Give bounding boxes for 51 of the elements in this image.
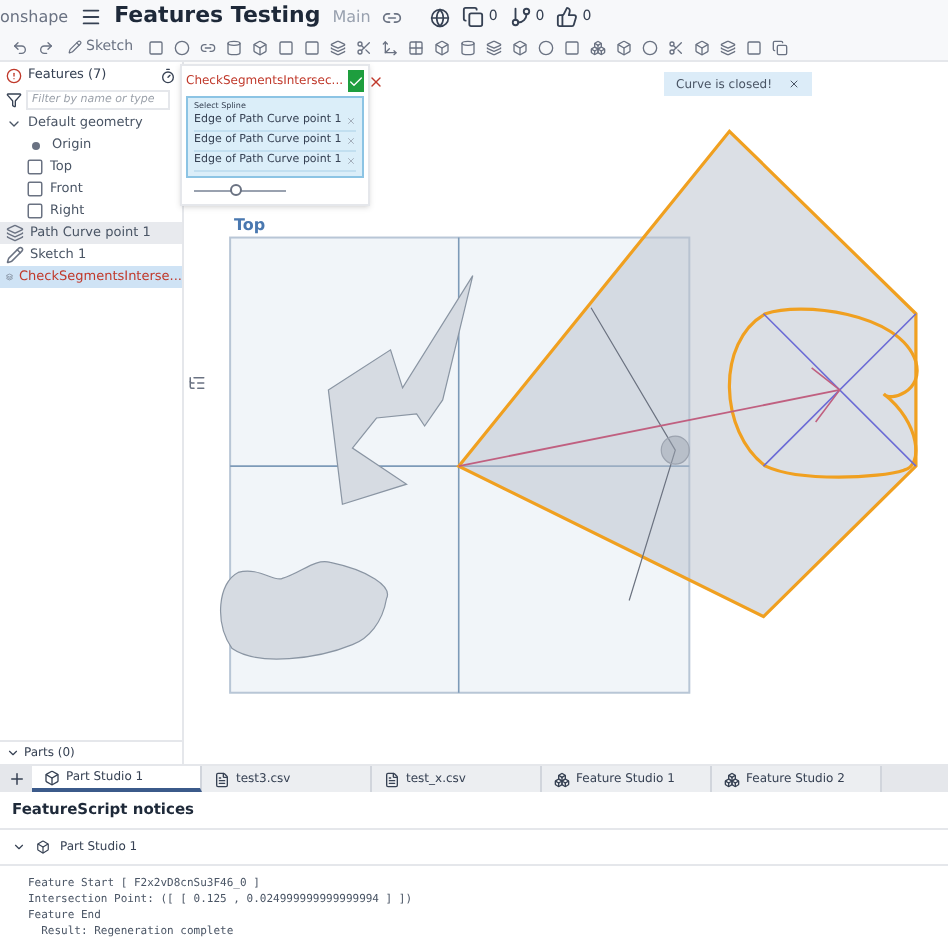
- chevron-down-icon[interactable]: [12, 840, 26, 854]
- accept-button[interactable]: [347, 70, 364, 92]
- tool-icon[interactable]: [511, 39, 528, 55]
- chevron-down-icon[interactable]: [6, 746, 20, 760]
- tool-icon[interactable]: [589, 39, 606, 55]
- tool-icon[interactable]: [199, 39, 216, 55]
- tool-icon[interactable]: [693, 39, 710, 55]
- feature-icon: [6, 224, 24, 242]
- pencil-icon: [6, 246, 24, 264]
- list-icon[interactable]: [188, 374, 206, 392]
- undo-icon[interactable]: [12, 39, 28, 55]
- tool-icon[interactable]: [459, 39, 476, 55]
- redo-icon[interactable]: [38, 39, 54, 55]
- tool-icon[interactable]: [329, 39, 346, 55]
- document-icon: [214, 771, 230, 787]
- tool-icon[interactable]: [381, 39, 398, 55]
- tool-icon[interactable]: [251, 39, 268, 55]
- cube-icon: [36, 840, 50, 854]
- check-icon: [347, 73, 364, 89]
- tool-icon[interactable]: [485, 39, 502, 55]
- tool-icon[interactable]: [719, 39, 736, 55]
- filter-icon[interactable]: [6, 92, 22, 108]
- cube-icon: [44, 769, 60, 785]
- copy-icon[interactable]: [462, 6, 485, 28]
- tool-icon[interactable]: [745, 39, 762, 55]
- menu-icon[interactable]: [80, 6, 103, 28]
- link-icon[interactable]: [382, 7, 403, 27]
- tool-icon[interactable]: [355, 39, 372, 55]
- tool-icon[interactable]: [667, 39, 684, 55]
- blocks-icon: [724, 771, 740, 787]
- branch-icon[interactable]: [509, 6, 532, 28]
- plane-label: Top: [234, 214, 266, 238]
- document-title[interactable]: Features Testing: [114, 0, 321, 34]
- thumbs-up-icon[interactable]: [556, 6, 579, 28]
- tool-icon[interactable]: [225, 39, 242, 55]
- brand-logo[interactable]: onshape: [0, 5, 69, 29]
- plus-icon: [7, 769, 25, 787]
- tool-icon[interactable]: [433, 39, 450, 55]
- tool-icon[interactable]: [641, 39, 658, 55]
- tool-icon[interactable]: [615, 39, 632, 55]
- close-icon[interactable]: [787, 78, 800, 90]
- tool-icon[interactable]: [771, 39, 788, 55]
- error-icon: [6, 67, 22, 83]
- globe-icon[interactable]: [430, 7, 451, 27]
- timer-icon[interactable]: [160, 67, 176, 83]
- slider-thumb[interactable]: [229, 184, 242, 196]
- document-icon: [384, 771, 400, 787]
- pencil-icon: [68, 40, 82, 54]
- blocks-icon: [554, 771, 570, 787]
- tool-icon[interactable]: [407, 39, 424, 55]
- close-icon: [367, 73, 384, 89]
